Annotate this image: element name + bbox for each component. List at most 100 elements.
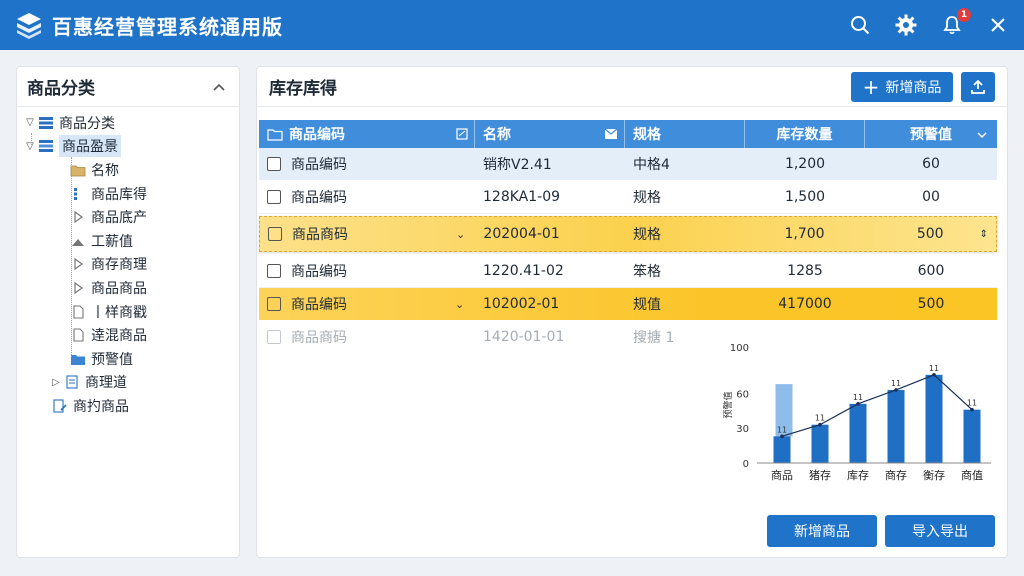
y-tick-label: 30	[736, 424, 749, 435]
upload-icon	[971, 79, 985, 94]
cell-name: 102002-01	[483, 296, 560, 312]
tree-item-label: 商品库得	[91, 186, 147, 203]
tree-item-label: 商品底产	[91, 210, 147, 227]
app-logo-icon	[14, 10, 44, 40]
settings-button[interactable]	[894, 13, 918, 37]
table-row-highlighted[interactable]: 商品编码 ⌄ 102002-01 规值 417000 500	[259, 288, 997, 320]
cell-warn: 00	[922, 188, 940, 205]
inventory-panel: 库存库得 + 新增商品 商品编码 名称 规格 库存数量 预警值 商品编码 销称V…	[256, 66, 1008, 558]
trend-point	[780, 434, 784, 439]
tree-item[interactable]: 商品商品	[17, 276, 239, 300]
table-row[interactable]: 商品编码 128KA1-09 规格 1,500 00	[259, 180, 997, 214]
footer-add-product-button[interactable]: 新增商品	[767, 515, 877, 547]
tree-item[interactable]: 丨样商戳	[17, 300, 239, 324]
row-checkbox[interactable]	[267, 189, 281, 204]
tree-item[interactable]: 商存商理	[17, 253, 239, 277]
trend-point	[970, 407, 974, 412]
tree-item[interactable]: 名称	[17, 158, 239, 182]
search-button[interactable]	[848, 13, 872, 37]
chevron-down-icon[interactable]: ⌄	[456, 228, 465, 241]
x-tick-label: 商品	[771, 468, 793, 482]
column-header-name[interactable]: 名称	[475, 120, 625, 148]
tree-item[interactable]: 工薪值	[17, 229, 239, 253]
bar	[773, 436, 791, 463]
table-row[interactable]: 商品编码 1220.41-02 笨格 1285 600	[259, 254, 997, 288]
upload-button[interactable]	[961, 71, 995, 102]
y-tick-label: 0	[743, 459, 749, 470]
trend-point	[818, 422, 822, 427]
trend-line	[781, 374, 973, 437]
column-header-spec[interactable]: 规格	[625, 120, 745, 148]
expand-arrow-icon[interactable]: ▽	[23, 117, 37, 128]
title-bar: 百惠经营管理系统通用版 1	[0, 0, 1024, 50]
x-tick-label: 猪存	[809, 468, 831, 482]
column-header-code[interactable]: 商品编码	[259, 120, 475, 148]
cell-spec: 规值	[633, 297, 661, 313]
column-label: 商品编码	[289, 127, 345, 143]
tree-item-label: 商品分类	[59, 115, 115, 132]
column-label: 库存数量	[776, 127, 833, 143]
cell-code: 商品编码	[291, 263, 347, 280]
expand-arrow-icon[interactable]: ▽	[23, 141, 37, 152]
tree-item-label: 商品商品	[91, 280, 147, 297]
tree-item[interactable]: 商品底产	[17, 205, 239, 229]
tree-item-selected[interactable]: ▽ 商品盈景	[17, 135, 239, 159]
cell-qty: 1,500	[784, 188, 826, 205]
category-tree: ▽ 商品分类 ▽ 商品盈景 名称 商品库得 商品底产 工薪值 商存商理 商品商品…	[17, 107, 239, 418]
import-export-label: 导入导出	[912, 524, 968, 540]
notification-badge: 1	[957, 8, 971, 22]
column-label: 规格	[633, 127, 661, 143]
sidebar-collapse-button[interactable]	[209, 77, 229, 97]
search-icon	[851, 16, 870, 35]
row-checkbox[interactable]	[268, 227, 282, 241]
cell-name: 128KA1-09	[483, 188, 561, 205]
x-tick-label: 衡存	[923, 468, 945, 482]
tree-item-label: 商品盈景	[59, 135, 121, 158]
drag-handle-icon[interactable]: ⇕	[980, 229, 988, 240]
chevron-down-icon[interactable]: ⌄	[455, 298, 464, 311]
cell-code: 商品编码	[291, 189, 347, 206]
tree-item-label: 商扚商品	[73, 398, 129, 415]
close-button[interactable]	[986, 13, 1010, 37]
sidebar-header: 商品分类	[17, 67, 239, 107]
cell-code: 商品编码	[291, 297, 347, 313]
tree-item-root[interactable]: ▽ 商品分类	[17, 111, 239, 135]
filter-icon[interactable]	[456, 128, 468, 140]
x-tick-label: 商值	[961, 468, 983, 482]
row-checkbox[interactable]	[267, 297, 281, 311]
tree-item[interactable]: 商扚商品	[17, 394, 239, 418]
cell-qty: 1,700	[784, 226, 825, 242]
import-export-button[interactable]: 导入导出	[885, 515, 995, 547]
bar	[849, 403, 867, 463]
column-header-warn[interactable]: 预警值	[865, 120, 997, 148]
tree-item-label: 丨样商戳	[91, 304, 147, 321]
add-product-button[interactable]: + 新增商品	[851, 71, 953, 102]
expand-arrow-icon[interactable]: ▷	[49, 377, 63, 388]
tree-item[interactable]: 预警值	[17, 347, 239, 371]
cell-qty: 1,200	[784, 156, 826, 172]
bar	[887, 389, 905, 463]
cell-name: 1220.41-02	[483, 262, 564, 279]
notifications-button[interactable]: 1	[940, 8, 971, 37]
tree-item[interactable]: 商品库得	[17, 182, 239, 206]
folder-outline-icon	[267, 129, 283, 141]
bar-data-label: 11	[891, 379, 901, 388]
table-row[interactable]: 商品编码 销称V2.41 中格4 1,200 60	[259, 148, 997, 180]
chevron-down-icon[interactable]	[977, 126, 987, 142]
tree-item[interactable]: 逹混商品	[17, 323, 239, 347]
cell-spec: 规格	[633, 189, 661, 206]
row-checkbox[interactable]	[267, 330, 281, 344]
bar	[925, 374, 943, 463]
mail-icon[interactable]	[604, 128, 618, 140]
table-row-highlighted[interactable]: 商品商码 ⌄ 202004-01 规格 1,700 500 ⇕	[259, 216, 997, 252]
document-edit-icon	[51, 398, 69, 414]
row-checkbox[interactable]	[267, 157, 281, 171]
row-checkbox[interactable]	[267, 263, 281, 278]
column-header-qty[interactable]: 库存数量	[745, 120, 865, 148]
tree-item[interactable]: ▷ 商理道	[17, 371, 239, 395]
chevron-up-icon	[213, 83, 225, 91]
cell-warn: 600	[917, 262, 945, 279]
x-tick-label: 商存	[885, 468, 907, 482]
cell-spec: 搜搪 1	[633, 330, 675, 346]
trend-point	[894, 388, 898, 392]
